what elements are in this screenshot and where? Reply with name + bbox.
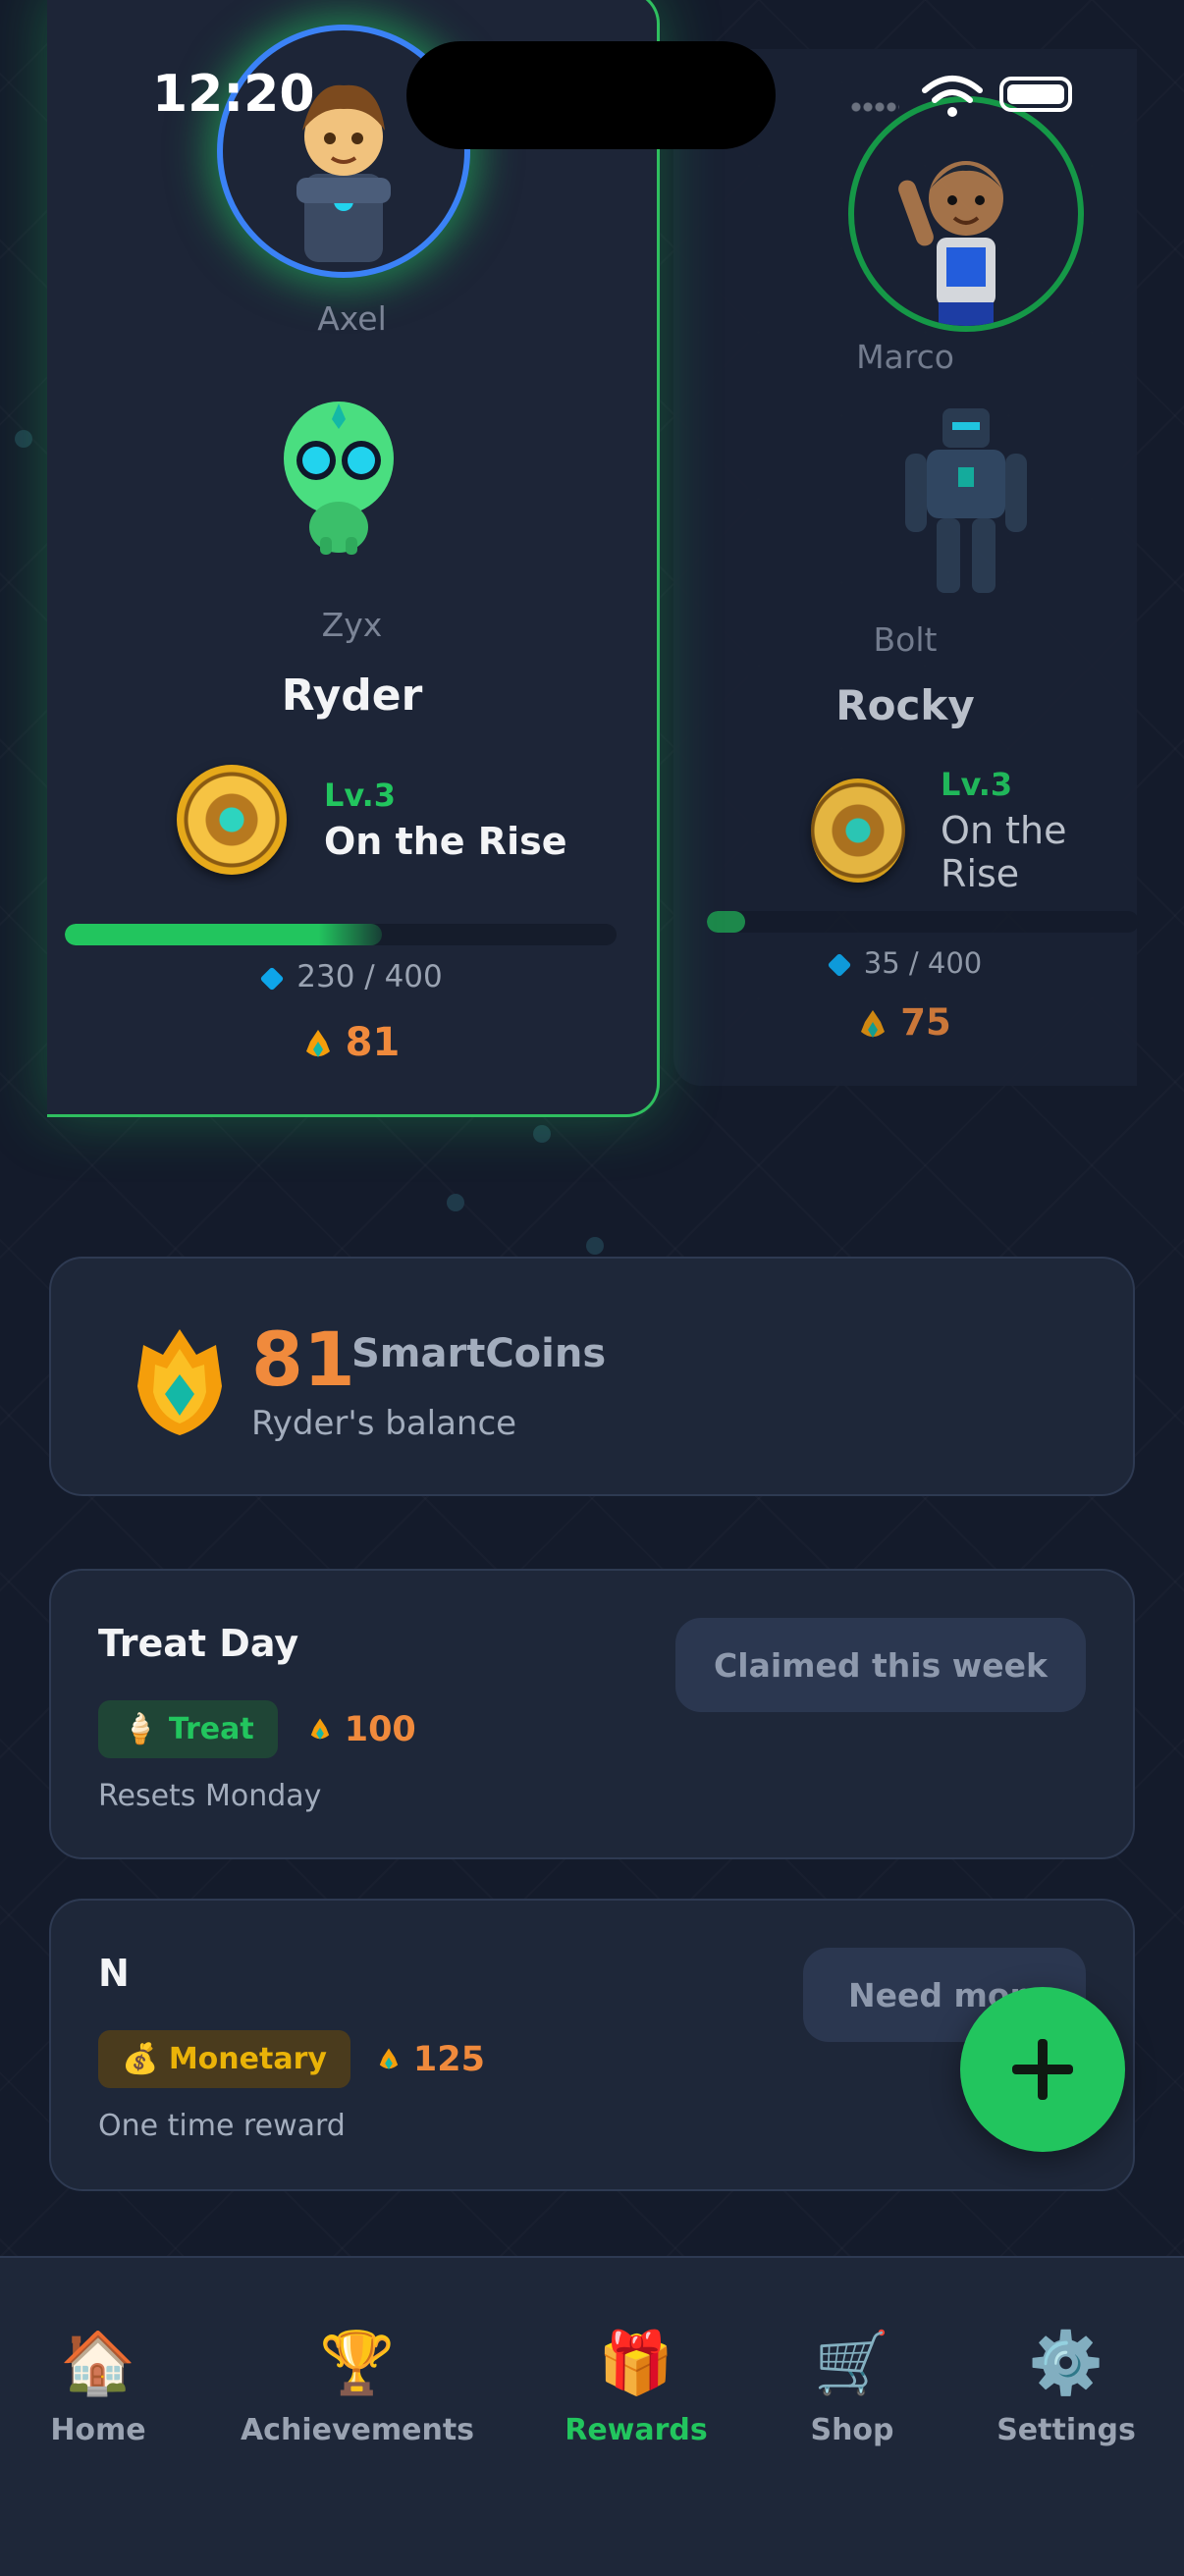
- reward-category-label: Treat: [168, 1712, 254, 1746]
- reward-category-badge: 💰 Monetary: [98, 2030, 350, 2088]
- coin-row: 81: [47, 1020, 657, 1065]
- coin-row: 75: [673, 1001, 1137, 1044]
- claimed-button[interactable]: Claimed this week: [675, 1618, 1086, 1712]
- smartcoin-icon: [305, 1030, 330, 1057]
- trophy-icon: 🏆: [319, 2327, 396, 2398]
- smartcoin-icon: [379, 2048, 399, 2069]
- dynamic-island: [406, 41, 776, 149]
- kid-name: Ryder: [281, 671, 423, 721]
- smartcoin-icon: [310, 1718, 329, 1740]
- reward-cost-value: 100: [344, 1709, 416, 1749]
- reward-category-label: Monetary: [168, 2042, 327, 2076]
- xp-row: 35 / 400: [673, 946, 1137, 980]
- avatar-name: Axel: [317, 299, 387, 338]
- rank-label: On the Rise: [941, 809, 1067, 895]
- wifi-icon: [922, 76, 983, 117]
- xp-progress-fill: [707, 911, 745, 933]
- xp-progress-fill: [65, 924, 383, 945]
- tab-rewards[interactable]: 🎁 Rewards: [518, 2327, 754, 2447]
- add-reward-button[interactable]: [960, 1987, 1125, 2152]
- pet-zyx: [277, 390, 401, 557]
- bottom-tab-bar: 🏠 Home 🏆 Achievements 🎁 Rewards 🛒 Shop ⚙…: [0, 2256, 1184, 2576]
- pet-name: Zyx: [321, 606, 383, 644]
- level-medal-icon: [811, 778, 906, 883]
- reward-subtitle: One time reward: [98, 2109, 346, 2143]
- money-bag-icon: 💰: [122, 2042, 159, 2076]
- level-label: Lv.3: [941, 766, 1013, 803]
- coin-count: 81: [345, 1020, 401, 1065]
- tab-home[interactable]: 🏠 Home: [0, 2327, 216, 2447]
- signal-icon: [850, 102, 899, 112]
- avatar-name: Marco: [856, 338, 954, 376]
- cart-icon: 🛒: [814, 2327, 890, 2398]
- xp-text: 230 / 400: [296, 959, 443, 994]
- gift-icon: 🎁: [598, 2327, 674, 2398]
- balance-unit: SmartCoins: [351, 1331, 607, 1376]
- tab-achievements[interactable]: 🏆 Achievements: [240, 2327, 475, 2447]
- gear-icon: ⚙️: [1028, 2327, 1104, 2398]
- battery-icon: [999, 77, 1072, 112]
- balance-amount: 81: [251, 1315, 355, 1403]
- reward-tags: 🍦 Treat 100: [98, 1700, 416, 1758]
- kid-card-ryder[interactable]: Axel Zyx Ryder Lv.3 On the Rise 230 / 40…: [47, 0, 660, 1117]
- decor-dot: [533, 1125, 551, 1143]
- smartcoin-icon: [861, 1009, 886, 1038]
- xp-text: 35 / 400: [863, 946, 983, 980]
- level-block: Lv.3 On the Rise: [177, 765, 566, 875]
- tab-label: Settings: [996, 2413, 1136, 2447]
- ice-cream-icon: 🍦: [122, 1712, 159, 1746]
- level-label: Lv.3: [324, 777, 397, 814]
- xp-row: 230 / 400: [47, 959, 657, 994]
- reward-category-badge: 🍦 Treat: [98, 1700, 278, 1758]
- decor-dot: [586, 1237, 604, 1255]
- tab-shop[interactable]: 🛒 Shop: [734, 2327, 970, 2447]
- rank-label: On the Rise: [324, 820, 567, 863]
- tab-label: Achievements: [240, 2413, 475, 2447]
- plus-icon: [1012, 2039, 1073, 2100]
- reward-title: N: [98, 1952, 130, 1995]
- reward-title: Treat Day: [98, 1622, 299, 1665]
- level-block: Lv.3 On the Rise: [811, 766, 1137, 895]
- reward-cost-value: 125: [412, 2039, 485, 2079]
- tab-settings[interactable]: ⚙️ Settings: [948, 2327, 1184, 2447]
- kid-name: Rocky: [835, 681, 975, 729]
- pet-name: Bolt: [873, 620, 938, 659]
- level-medal-icon: [177, 765, 287, 875]
- balance-subtitle: Ryder's balance: [251, 1404, 517, 1443]
- tab-label: Shop: [810, 2413, 894, 2447]
- reward-tags: 💰 Monetary 125: [98, 2030, 485, 2088]
- smartcoin-large-icon: [137, 1329, 222, 1435]
- xp-progress-bar: [65, 924, 617, 945]
- kid-card-rocky[interactable]: Marco Bolt Rocky Lv.3 On the Rise 35 / 4…: [673, 49, 1139, 1086]
- decor-dot: [447, 1194, 464, 1211]
- tab-label: Home: [50, 2413, 146, 2447]
- coin-count: 75: [900, 1001, 951, 1044]
- tab-label: Rewards: [565, 2413, 708, 2447]
- status-time: 12:20: [152, 65, 315, 124]
- xp-gem-icon: [259, 966, 285, 991]
- reward-card[interactable]: Treat Day 🍦 Treat 100 Resets Monday Clai…: [49, 1569, 1135, 1859]
- home-icon: 🏠: [60, 2327, 136, 2398]
- reward-cost: 100: [309, 1710, 416, 1749]
- pet-bolt: [897, 402, 1035, 599]
- xp-progress-bar: [707, 911, 1139, 933]
- reward-subtitle: Resets Monday: [98, 1779, 322, 1813]
- reward-cost: 125: [378, 2040, 485, 2079]
- decor-dot: [15, 430, 32, 448]
- xp-gem-icon: [827, 952, 852, 978]
- avatar-marco: [848, 96, 1084, 332]
- balance-card: 81 SmartCoins Ryder's balance: [49, 1257, 1135, 1496]
